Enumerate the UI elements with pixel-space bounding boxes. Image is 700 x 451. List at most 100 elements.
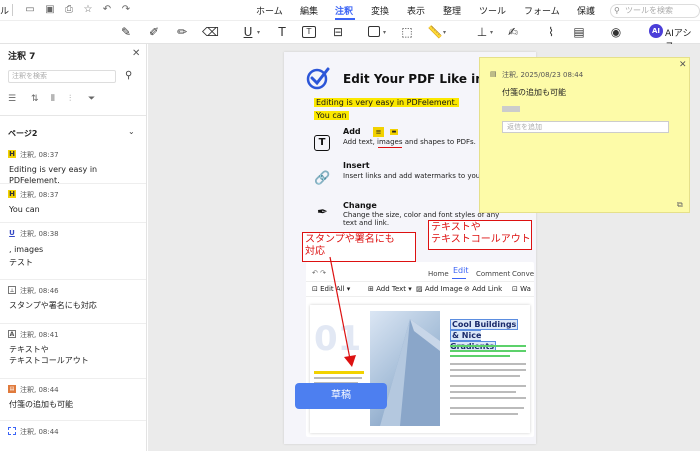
pen-icon[interactable]: ✐ xyxy=(146,25,162,39)
menu-protect[interactable]: 保護 xyxy=(577,4,595,17)
text-line xyxy=(450,350,526,352)
print-icon[interactable]: ⎙ xyxy=(63,4,75,16)
textbox-icon[interactable]: T xyxy=(302,26,316,38)
chevron-down-icon[interactable]: ▾ xyxy=(490,29,493,36)
redo-icon[interactable]: ↷ xyxy=(120,4,132,16)
chevron-down-icon[interactable]: ⌄ xyxy=(128,127,135,136)
menu-edit[interactable]: 編集 xyxy=(300,4,318,17)
underline-icon[interactable]: U xyxy=(240,25,256,39)
copy-icon[interactable]: ⧉ xyxy=(677,200,683,210)
divider xyxy=(0,115,146,116)
reply-input[interactable]: 返信を追加 xyxy=(502,121,669,133)
tool-search-input[interactable]: ⚲ ツールを検索 xyxy=(610,4,700,18)
feature-description: text and link. xyxy=(343,219,390,227)
chevron-down-icon[interactable]: ▾ xyxy=(257,29,260,36)
menu-view[interactable]: 表示 xyxy=(407,4,425,17)
underline-mark xyxy=(378,147,402,148)
filter-icon[interactable]: ⏷ xyxy=(88,94,95,104)
feature-title: Change xyxy=(343,201,377,210)
note-icon: ▤ xyxy=(490,70,497,78)
list-item[interactable]: H 注釈, 08:37 You can xyxy=(0,184,146,223)
menu-tools[interactable]: ツール xyxy=(479,4,506,17)
ai-assistant-icon[interactable]: AI xyxy=(649,24,663,38)
chevron-down-icon[interactable]: ▾ xyxy=(383,29,386,36)
eye-icon[interactable]: ◉ xyxy=(608,25,624,39)
annotation-search-input[interactable]: 注釈を検索 xyxy=(8,70,116,83)
undo-icon[interactable]: ↶ xyxy=(101,4,113,16)
menu-convert[interactable]: 変換 xyxy=(371,4,389,17)
list-item[interactable]: ▤ 注釈, 08:44 付箋の追加も可能 xyxy=(0,379,146,421)
add-link-tool: ⊘ Add Link xyxy=(464,285,503,293)
text-line xyxy=(450,345,526,347)
annotation-sidebar: 注釈 7 ✕ 注釈を検索 ⚲ ☰ ⇅ ⫴ ⫶ ⏷ ページ2 ⌄ H 注釈, 08… xyxy=(0,44,147,451)
list-icon[interactable]: ☰ xyxy=(8,94,16,104)
list-item[interactable]: H 注釈, 08:37 Editing is very easy in PDFe… xyxy=(0,144,146,185)
area-icon[interactable]: ⬚ xyxy=(399,25,415,39)
note-text[interactable]: 付箋の追加も可能 xyxy=(502,87,566,98)
menu-annotate[interactable]: 注釈 xyxy=(335,4,353,17)
tab-convert: Convert xyxy=(512,270,534,278)
measure-icon[interactable]: 📏 xyxy=(427,25,443,39)
feature-description: Add text, images and shapes to PDFs. xyxy=(343,138,476,146)
star-icon[interactable]: ☆ xyxy=(82,4,94,16)
menu-home[interactable]: ホーム xyxy=(256,4,283,17)
text-line xyxy=(450,397,526,399)
pencil-icon[interactable]: ✏ xyxy=(174,25,190,39)
sticky-note-popup: ✕ ▤ 注釈, 2025/08/23 08:44 付箋の追加も可能 返信を追加 … xyxy=(479,57,690,213)
search-icon[interactable]: ⚲ xyxy=(125,70,132,81)
columns-icon[interactable]: ⫴ xyxy=(51,94,55,104)
article-title: Cool Buildings & Nice Gradients xyxy=(450,319,530,352)
sidebar-title: 注釈 7 xyxy=(8,52,36,62)
note-icon: ▤ xyxy=(8,385,16,393)
menu-organize[interactable]: 整理 xyxy=(443,4,461,17)
callout-icon[interactable]: ⊟ xyxy=(330,25,346,39)
list-item[interactable]: A 注釈, 08:41 テキストや テキストコールアウト xyxy=(0,324,146,379)
underline-icon: U xyxy=(9,229,15,237)
list-item[interactable]: 注釈, 08:44 xyxy=(0,421,146,451)
red-arrow-annotation[interactable] xyxy=(300,255,360,375)
draft-stamp[interactable]: 草稿 xyxy=(295,383,387,409)
divider xyxy=(12,4,13,16)
tab-home: Home xyxy=(428,270,449,278)
close-icon[interactable]: ✕ xyxy=(132,48,140,59)
active-menu-underline xyxy=(335,18,355,20)
text-line xyxy=(450,391,516,393)
stamp-icon: ⊥ xyxy=(8,286,16,294)
text-line xyxy=(450,355,510,357)
eraser-icon[interactable]: ⌫ xyxy=(202,25,219,39)
highlighted-text[interactable]: Editing is very easy in PDFelement. xyxy=(314,98,460,107)
signature-icon[interactable]: ✍ xyxy=(505,25,521,39)
menu-bar: ル ▭ ▣ ⎙ ☆ ↶ ↷ ホーム 編集 注釈 変換 表示 整理 ツール フォー… xyxy=(0,0,700,21)
add-text-tool: ⊞ Add Text ▾ xyxy=(368,285,412,293)
highlighted-text[interactable]: You can xyxy=(314,111,349,120)
text-callout-annotation[interactable]: テキストや テキストコールアウト xyxy=(428,220,532,250)
shape-icon[interactable] xyxy=(368,26,380,37)
stamp-icon[interactable]: ⊥ xyxy=(474,25,490,39)
note-icon[interactable]: ≡ xyxy=(373,127,384,137)
checkmark-logo-icon xyxy=(306,67,330,90)
attachment-icon[interactable]: ⌇ xyxy=(543,25,559,39)
file-menu-partial[interactable]: ル xyxy=(0,4,9,17)
sort-icon[interactable]: ⇅ xyxy=(31,94,39,104)
add-image-tool: ▨ Add Image xyxy=(416,285,463,293)
text-line xyxy=(450,413,518,415)
watermark-tool: ⊡ Wa xyxy=(512,285,531,293)
highlighter-icon[interactable]: ✎ xyxy=(118,25,134,39)
comment-icon[interactable]: ▬ xyxy=(390,129,398,135)
tab-edit: Edit xyxy=(453,266,469,275)
note-icon[interactable]: ▤ xyxy=(571,25,587,39)
folder-icon[interactable]: ▭ xyxy=(24,4,36,16)
link-icon: 🔗 xyxy=(314,171,331,186)
text-box-icon: T xyxy=(314,135,330,151)
close-icon[interactable]: ✕ xyxy=(679,60,687,70)
list-item[interactable]: U 注釈, 08:38 , images テスト xyxy=(0,223,146,280)
list-item[interactable]: ⊥ 注釈, 08:46 スタンプや署名にも対応 xyxy=(0,280,146,324)
menu-forms[interactable]: フォーム xyxy=(524,4,560,17)
text-tool-icon[interactable]: T xyxy=(274,25,290,39)
save-icon[interactable]: ▣ xyxy=(44,4,56,16)
search-icon: ⚲ xyxy=(614,6,620,15)
chevron-down-icon[interactable]: ▾ xyxy=(443,29,446,36)
pen-icon: ✒ xyxy=(317,205,328,220)
settings-icon[interactable]: ⫶ xyxy=(69,94,71,104)
area-icon xyxy=(8,427,16,435)
